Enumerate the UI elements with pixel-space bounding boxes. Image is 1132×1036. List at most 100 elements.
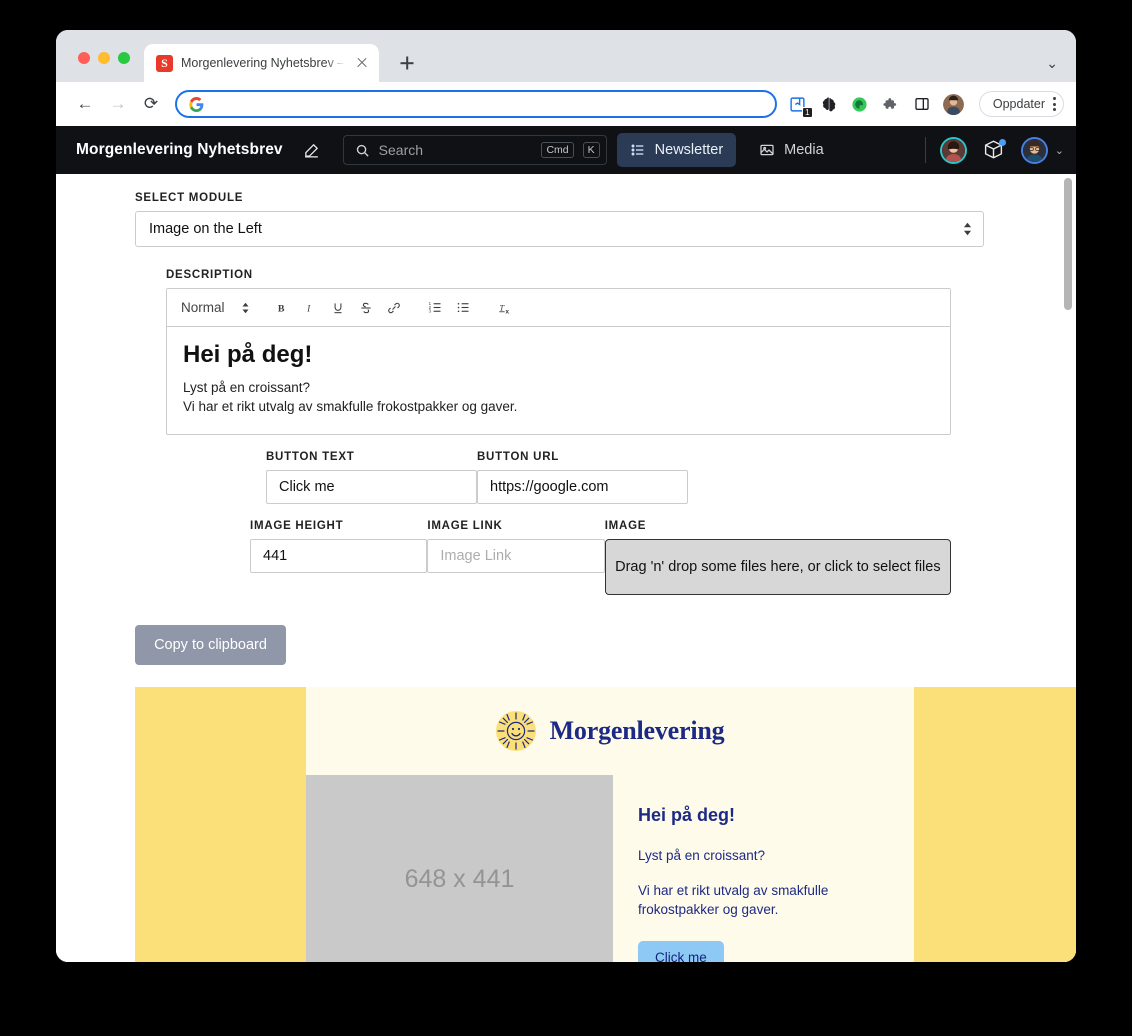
- svg-text:I: I: [306, 304, 311, 314]
- app-content: SELECT MODULE Image on the Left DESCRIPT…: [56, 174, 1076, 962]
- close-tab-icon[interactable]: [353, 54, 371, 72]
- user-avatar[interactable]: [1021, 137, 1048, 164]
- preview-email-body: Morgenlevering 648 x 441 Hei på deg! Lys…: [306, 687, 914, 962]
- app-header: Morgenlevering Nyhetsbrev Search Cmd K N…: [56, 126, 1076, 174]
- tab-media[interactable]: Media: [746, 133, 837, 167]
- image-height-group: IMAGE HEIGHT 441: [250, 520, 428, 595]
- collaborator-avatar[interactable]: [940, 137, 967, 164]
- image-link-group: IMAGE LINK Image Link: [427, 520, 605, 595]
- button-fields-row: BUTTON TEXT Click me BUTTON URL https://…: [166, 451, 951, 504]
- package-box-icon[interactable]: [983, 139, 1006, 161]
- preview-cta-button[interactable]: Click me: [638, 941, 724, 962]
- button-url-group: BUTTON URL https://google.com: [477, 451, 688, 504]
- address-bar[interactable]: [175, 90, 777, 118]
- puzzle-extension-icon[interactable]: [881, 94, 901, 114]
- preview-image-dimensions: 648 x 441: [404, 865, 515, 893]
- preview-paragraph-2: Vi har et rikt utvalg av smakfulle froko…: [638, 883, 829, 917]
- chevron-down-icon[interactable]: ⌄: [1055, 144, 1064, 157]
- select-module-group: SELECT MODULE Image on the Left: [135, 192, 984, 247]
- link-icon[interactable]: [380, 295, 408, 321]
- preview-brand-name: Morgenlevering: [549, 716, 725, 745]
- clear-format-icon[interactable]: T x: [492, 295, 520, 321]
- forward-arrow-icon[interactable]: →: [103, 89, 133, 119]
- brain-extension-icon[interactable]: [819, 94, 839, 114]
- maximize-window-button[interactable]: [118, 52, 130, 64]
- copy-to-clipboard-button[interactable]: Copy to clipboard: [135, 625, 286, 665]
- browser-window: S Morgenlevering Nyhetsbrev – N ⌄ ← → ⟳: [56, 30, 1076, 962]
- underline-icon[interactable]: [324, 295, 352, 321]
- preview-left-margin: [135, 687, 306, 962]
- image-icon: [760, 144, 774, 156]
- button-url-input[interactable]: https://google.com: [477, 470, 688, 504]
- search-input[interactable]: Search Cmd K: [342, 135, 607, 165]
- browser-toolbar: ← → ⟳ 1 Oppdater: [56, 82, 1076, 126]
- back-arrow-icon[interactable]: ←: [70, 89, 100, 119]
- format-dropdown[interactable]: Normal: [181, 300, 268, 315]
- page-scrollbar-thumb[interactable]: [1064, 178, 1072, 310]
- tab-media-label: Media: [784, 142, 824, 158]
- image-label: IMAGE: [604, 520, 647, 532]
- tab-newsletter-label: Newsletter: [654, 142, 724, 158]
- ordered-list-icon[interactable]: 1 2 3: [422, 295, 450, 321]
- row-spacer: [166, 520, 250, 595]
- web-app: Morgenlevering Nyhetsbrev Search Cmd K N…: [56, 126, 1076, 962]
- svg-text:x: x: [505, 308, 509, 315]
- update-button-label: Oppdater: [992, 97, 1045, 111]
- header-divider: [924, 137, 926, 163]
- edit-pencil-icon[interactable]: [301, 139, 323, 161]
- row-spacer: [166, 451, 266, 504]
- browser-toolbar-icons: 1 Oppdater: [788, 91, 1064, 118]
- reading-list-badge: 1: [801, 107, 813, 118]
- select-module-dropdown[interactable]: Image on the Left: [135, 211, 984, 247]
- image-link-placeholder: Image Link: [440, 548, 512, 564]
- italic-icon[interactable]: I: [296, 295, 324, 321]
- bullet-list-icon[interactable]: [450, 295, 478, 321]
- list-icon: [631, 144, 643, 156]
- image-height-input[interactable]: 441: [250, 539, 428, 573]
- rich-text-editor[interactable]: Normal B I 1 2 3 T x Hei på deg! Lyst på…: [166, 288, 951, 435]
- browser-tab-strip: S Morgenlevering Nyhetsbrev – N ⌄: [56, 30, 1076, 82]
- reload-icon[interactable]: ⟳: [136, 89, 166, 119]
- preview-paragraph-1: Lyst på en croissant?: [638, 848, 766, 863]
- green-circle-extension-icon[interactable]: [850, 94, 870, 114]
- format-dropdown-value: Normal: [181, 300, 225, 315]
- editor-line-1: Lyst på en croissant?: [183, 380, 311, 395]
- svg-text:T: T: [499, 302, 505, 312]
- image-dropzone[interactable]: Drag 'n' drop some files here, or click …: [604, 539, 952, 595]
- description-label: DESCRIPTION: [166, 269, 253, 281]
- editor-body[interactable]: Hei på deg! Lyst på en croissant? Vi har…: [167, 327, 950, 434]
- update-button[interactable]: Oppdater: [978, 91, 1064, 117]
- preview-text-column: Hei på deg! Lyst på en croissant? Vi har…: [613, 775, 843, 962]
- strikethrough-icon[interactable]: [352, 295, 380, 321]
- new-tab-button[interactable]: [393, 49, 421, 77]
- side-panel-icon[interactable]: [912, 94, 932, 114]
- reading-list-icon[interactable]: 1: [788, 94, 813, 118]
- app-title: Morgenlevering Nyhetsbrev: [76, 141, 283, 158]
- button-text-input[interactable]: Click me: [266, 470, 477, 504]
- image-upload-group: IMAGE Drag 'n' drop some files here, or …: [604, 520, 952, 595]
- button-url-value: https://google.com: [490, 479, 609, 495]
- editor-heading: Hei på deg!: [183, 341, 313, 368]
- image-link-input[interactable]: Image Link: [427, 539, 605, 573]
- bold-icon[interactable]: B: [268, 295, 296, 321]
- email-preview-canvas: Morgenlevering 648 x 441 Hei på deg! Lys…: [135, 687, 1076, 962]
- profile-avatar[interactable]: [942, 93, 964, 115]
- preview-cta-label: Click me: [655, 950, 707, 962]
- search-placeholder: Search: [378, 142, 424, 158]
- tab-title: Morgenlevering Nyhetsbrev – N: [181, 56, 345, 70]
- smiling-sun-logo: [495, 711, 536, 751]
- search-shortcut-cmd: Cmd: [541, 142, 574, 158]
- chevron-up-down-icon: [241, 301, 250, 315]
- close-window-button[interactable]: [78, 52, 90, 64]
- minimize-window-button[interactable]: [98, 52, 110, 64]
- chevron-up-down-icon: [962, 221, 973, 237]
- browser-tab[interactable]: S Morgenlevering Nyhetsbrev – N: [144, 44, 379, 82]
- page-scrollbar[interactable]: [1064, 178, 1072, 958]
- kebab-menu-icon[interactable]: [1053, 97, 1056, 111]
- window-traffic-lights: [56, 52, 130, 82]
- button-url-label: BUTTON URL: [477, 451, 560, 463]
- tab-newsletter[interactable]: Newsletter: [616, 133, 737, 167]
- image-link-label: IMAGE LINK: [427, 520, 503, 532]
- screen: S Morgenlevering Nyhetsbrev – N ⌄ ← → ⟳: [0, 0, 1132, 1036]
- chevron-down-icon[interactable]: ⌄: [1046, 55, 1058, 72]
